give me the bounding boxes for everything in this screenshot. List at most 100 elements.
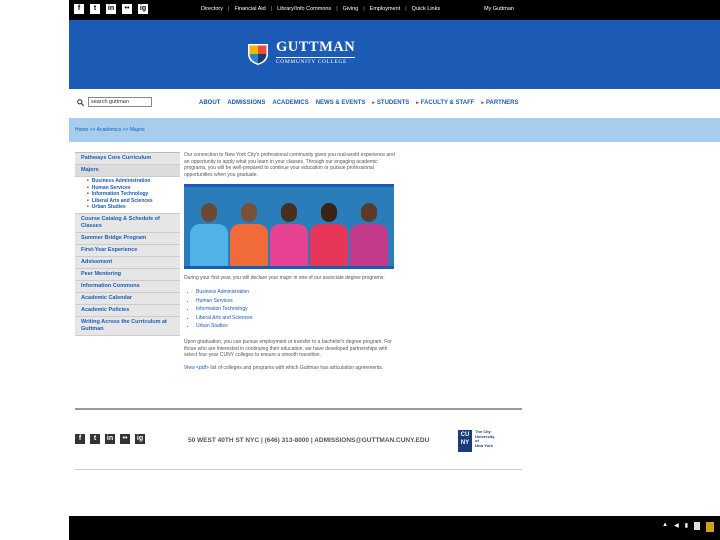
search-input[interactable] [88,97,152,107]
sidebar-subitem[interactable]: Urban Studies [87,204,174,211]
first-year-paragraph: During your first year, you will declare… [184,275,385,282]
view-link[interactable]: View [184,365,195,371]
link-giving[interactable]: Giving [343,6,359,12]
logo-text: GUTTMAN COMMUNITY COLLEGE [276,39,356,67]
separator: | [228,6,230,12]
chevron-up-icon[interactable]: ▲ [662,522,668,532]
linkedin-icon[interactable]: in [105,434,115,444]
utility-bar: f t in •• ig Directory | Financial Aid | L… [69,0,720,20]
nav-item-faculty-staff[interactable]: ▸ FACULTY & STAFF [416,100,474,106]
facebook-icon[interactable]: f [74,4,84,14]
major-link[interactable]: Urban Studies [196,322,398,331]
instagram-icon[interactable]: ig [135,434,145,444]
breadcrumb-bar: Home >> Academics >> Majors [69,118,720,142]
sidebar-item-first-year[interactable]: First-Year Experience [75,245,180,257]
nav-item-about[interactable]: ABOUT [199,100,220,106]
sidebar-item-advisement[interactable]: Advisement [75,257,180,269]
major-link[interactable]: Liberal Arts and Sciences [196,314,398,323]
sidebar-item-course-catalog[interactable]: Course Catalog & Schedule of Classes [75,214,180,233]
sidebar-item-writing[interactable]: Writing Across the Curriculum at Guttman [75,317,180,336]
caret-right-icon: ▸ [481,100,484,106]
linkedin-icon[interactable]: in [106,4,116,14]
nav-label: STUDENTS [376,100,410,106]
footer-divider [75,408,522,410]
pdf-link[interactable]: <pdf> [196,365,209,371]
link-library[interactable]: Library/Info Commons [277,6,331,12]
major-link[interactable]: Human Services [196,297,398,306]
signal-icon[interactable]: ▮ [685,522,688,532]
main-nav: ABOUT ADMISSIONS ACADEMICS NEWS & EVENTS… [69,89,720,118]
sidebar-submenu-majors: Business Administration Human Services I… [75,177,180,214]
sidebar-item-majors[interactable]: Majors [75,165,180,177]
sidebar-item-academic-calendar[interactable]: Academic Calendar [75,293,180,305]
my-guttman-link[interactable]: My Guttman [484,6,514,12]
sidebar-item-information-commons[interactable]: Information Commons [75,281,180,293]
student-figure [270,203,308,267]
nav-label: ACADEMICS [272,100,309,106]
cuny-text: The City University of New York [475,429,494,448]
footer-address: 50 WEST 40TH ST NYC | (646) 313-8000 | A… [188,437,430,444]
sidebar-item-peer-mentoring[interactable]: Peer Mentoring [75,269,180,281]
logo-name: GUTTMAN [276,39,356,55]
taskbar: ▲ ◀ ▮ [69,516,720,540]
cuny-logo[interactable]: CU NY The City University of New York [458,429,494,452]
students-photo [184,184,394,270]
majors-list: Business Administration Human Services I… [196,288,398,331]
flag-icon[interactable] [694,522,700,530]
separator: | [336,6,338,12]
sidebar-item-summer-bridge[interactable]: Summer Bridge Program [75,233,180,245]
articulation-paragraph: View <pdf> list of colleges and programs… [184,365,398,372]
separator: | [270,6,273,12]
cuny-text-line: New York [475,442,493,448]
major-link[interactable]: Information Technology [196,305,398,314]
app-icon[interactable] [706,522,714,532]
intro-paragraph: Our connection to New York City's profes… [184,152,395,178]
sidebar: Pathways Core Curriculum Majors Business… [75,152,180,336]
major-link[interactable]: Business Administration [196,288,398,297]
caret-right-icon: ▸ [416,100,419,106]
student-figure [230,203,268,267]
nav-item-partners[interactable]: ▸ PARTNERS [481,100,518,106]
nav-label: PARTNERS [485,100,519,106]
nav-item-academics[interactable]: ACADEMICS [272,100,308,106]
breadcrumb[interactable]: Home >> Academics >> Majors [75,127,145,133]
flickr-icon[interactable]: •• [122,4,132,14]
main-content: Our connection to New York City's profes… [184,152,398,377]
link-directory[interactable]: Directory [201,6,223,12]
nav-item-admissions[interactable]: ADMISSIONS [227,100,265,106]
system-tray: ▲ ◀ ▮ [662,522,714,532]
flickr-icon[interactable]: •• [120,434,130,444]
sidebar-item-pathways[interactable]: Pathways Core Curriculum [75,153,180,165]
instagram-icon[interactable]: ig [138,4,148,14]
speaker-icon[interactable]: ◀ [674,522,679,532]
caret-right-icon: ▸ [372,100,375,106]
link-financial-aid[interactable]: Financial Aid [234,6,265,12]
nav-label: FACULTY & STAFF [420,100,475,106]
nav-item-news-events[interactable]: NEWS & EVENTS [316,100,366,106]
footer-divider-bottom [75,469,522,470]
page: f t in •• ig Directory | Financial Aid | L… [0,0,720,540]
student-figure [350,203,388,267]
sidebar-item-academic-policies[interactable]: Academic Policies [75,305,180,317]
logo[interactable]: GUTTMAN COMMUNITY COLLEGE [246,39,356,67]
utility-links: Directory | Financial Aid | Library/Info C… [201,6,440,12]
link-employment[interactable]: Employment [370,6,401,12]
student-figure [310,203,348,267]
cuny-mark-icon: CU NY [458,430,472,452]
search-box [77,97,152,107]
separator: | [363,6,365,12]
twitter-icon[interactable]: t [90,434,100,444]
student-figure [190,203,228,267]
graduation-paragraph: Upon graduation, you can pursue employme… [184,338,392,359]
search-icon[interactable] [77,98,84,106]
link-quick-links[interactable]: Quick Links [412,6,440,12]
facebook-icon[interactable]: f [75,434,85,444]
twitter-icon[interactable]: t [90,4,100,14]
articulation-text: list of colleges and programs with which… [210,364,384,371]
nav-menu: ABOUT ADMISSIONS ACADEMICS NEWS & EVENTS… [199,100,519,106]
separator: | [405,6,407,12]
logo-subtitle: COMMUNITY COLLEGE [276,57,356,67]
site-header: GUTTMAN COMMUNITY COLLEGE [69,20,720,89]
nav-item-students[interactable]: ▸ STUDENTS [372,100,409,106]
nav-label: NEWS & EVENTS [315,100,366,106]
